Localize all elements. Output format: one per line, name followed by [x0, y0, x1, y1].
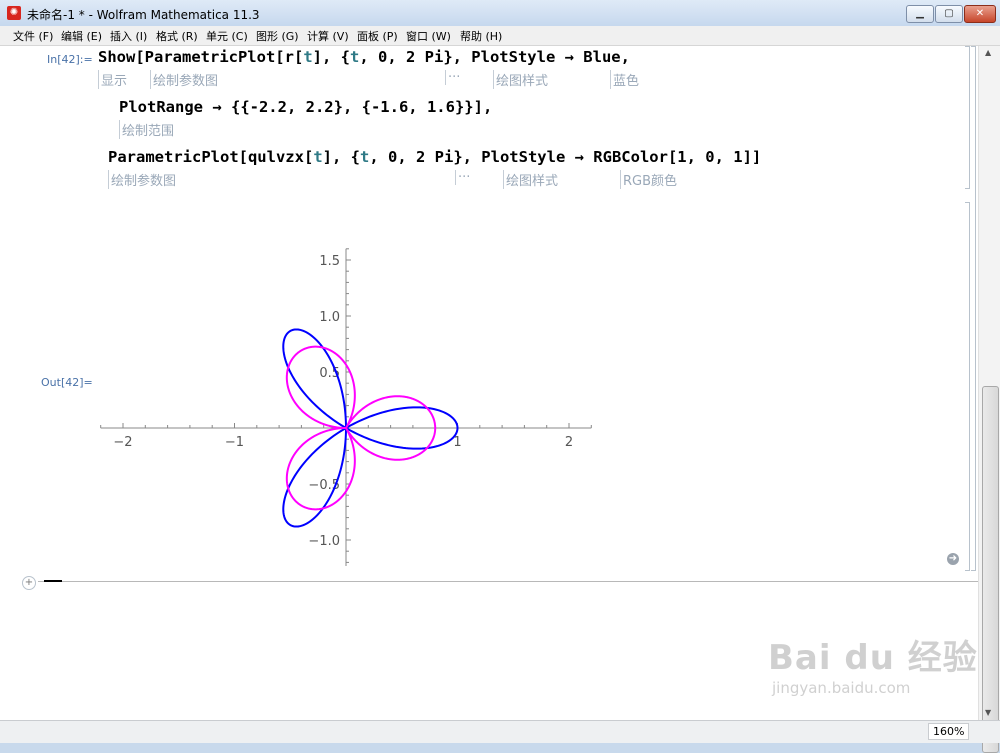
- menu-file[interactable]: 文件 (F): [13, 28, 53, 44]
- menu-graphics[interactable]: 图形 (G): [256, 28, 299, 44]
- scroll-thumb[interactable]: [982, 386, 999, 753]
- add-cell-icon[interactable]: +: [22, 576, 36, 590]
- arrow-right-icon[interactable]: ➜: [947, 553, 959, 565]
- cell-insertion-line: [38, 581, 978, 582]
- mathematica-icon: ✺: [7, 6, 21, 20]
- menu-format[interactable]: 格式 (R): [156, 28, 198, 44]
- menu-insert[interactable]: 插入 (I): [110, 28, 147, 44]
- output-cell-bracket[interactable]: [965, 202, 970, 571]
- close-button[interactable]: ✕: [964, 5, 996, 23]
- vertical-scrollbar[interactable]: ▲ ▼: [978, 46, 1000, 753]
- hint-parametric-plot: 绘制参数图: [150, 70, 218, 89]
- hint-plot-style: 绘图样式: [493, 70, 548, 89]
- menu-evaluation[interactable]: 计算 (V): [307, 28, 349, 44]
- zoom-level[interactable]: 160%: [928, 723, 970, 740]
- menu-edit[interactable]: 编辑 (E): [61, 28, 102, 44]
- scroll-up-icon[interactable]: ▲: [985, 48, 991, 57]
- hint-blue: 蓝色: [610, 70, 639, 89]
- hint-plot-range: 绘制范围: [119, 120, 174, 139]
- menu-help[interactable]: 帮助 (H): [460, 28, 502, 44]
- y-tick-label: 1.0: [319, 310, 340, 325]
- x-tick-label: −2: [113, 435, 132, 450]
- mathematica-window: ✺ 未命名-1 * - Wolfram Mathematica 11.3 ▁ ▢…: [0, 0, 1000, 753]
- hint-show: 显示: [98, 70, 127, 89]
- input-line-2[interactable]: PlotRange → {{-2.2, 2.2}, {-1.6, 1.6}}],: [119, 98, 492, 116]
- menu-bar: 文件 (F) 编辑 (E) 插入 (I) 格式 (R) 单元 (C) 图形 (G…: [0, 26, 1000, 46]
- input-line-3[interactable]: ParametricPlot[qulvzx[t], {t, 0, 2 Pi}, …: [108, 148, 761, 166]
- input-cell-label: In[42]:=: [47, 53, 93, 66]
- watermark-url: jingyan.baidu.com: [772, 679, 911, 697]
- menu-cell[interactable]: 单元 (C): [206, 28, 248, 44]
- menu-window[interactable]: 窗口 (W): [406, 28, 451, 44]
- group-cell-bracket[interactable]: [971, 46, 976, 571]
- maximize-button[interactable]: ▢: [935, 5, 963, 23]
- parametric-plot[interactable]: −2−1121.51.00.5−0.5−1.0−1.5: [90, 196, 650, 566]
- baidu-watermark: Bai du 经验 jingyan.baidu.com: [768, 630, 978, 697]
- y-tick-label: −1.0: [308, 534, 340, 549]
- output-cell-label: Out[42]=: [41, 376, 93, 389]
- status-bar: 160%: [0, 720, 1000, 743]
- cursor-mark: [44, 580, 62, 582]
- notebook-area[interactable]: In[42]:= Show[ParametricPlot[r[t], {t, 0…: [0, 46, 978, 720]
- input-cell-bracket[interactable]: [965, 46, 970, 189]
- plot-axes: −2−1121.51.00.5−0.5−1.0−1.5: [100, 248, 592, 566]
- hint-parametric-plot-2: 绘制参数图: [108, 170, 176, 189]
- hint-plot-style-2: 绘图样式: [503, 170, 558, 189]
- y-tick-label: 1.5: [319, 254, 340, 269]
- title-bar: ✺ 未命名-1 * - Wolfram Mathematica 11.3 ▁ ▢…: [0, 0, 1000, 27]
- x-tick-label: 2: [565, 435, 573, 450]
- scroll-down-icon[interactable]: ▼: [985, 708, 991, 717]
- menu-palettes[interactable]: 面板 (P): [357, 28, 398, 44]
- input-line-1[interactable]: Show[ParametricPlot[r[t], {t, 0, 2 Pi}, …: [98, 48, 630, 66]
- hint-ellipsis-2: ···: [455, 170, 470, 185]
- watermark-brand: Bai du 经验: [768, 638, 978, 678]
- hint-ellipsis: ···: [445, 70, 460, 85]
- window-title: 未命名-1 * - Wolfram Mathematica 11.3: [27, 8, 260, 22]
- x-tick-label: −1: [225, 435, 244, 450]
- minimize-button[interactable]: ▁: [906, 5, 934, 23]
- hint-rgb-color: RGB颜色: [620, 170, 677, 189]
